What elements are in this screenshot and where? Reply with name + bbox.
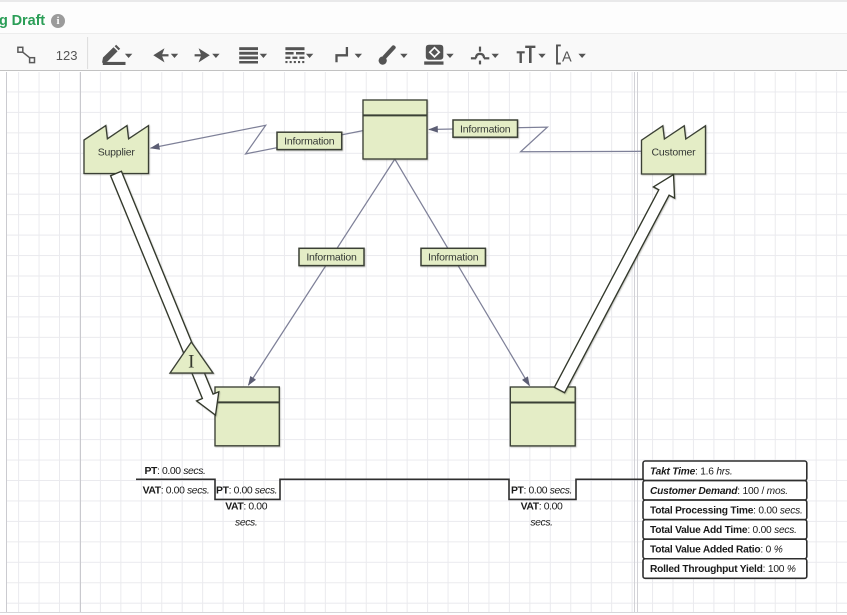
- svg-text:secs.: secs.: [530, 517, 552, 528]
- svg-text:Rolled Throughput Yield: 100 %: Rolled Throughput Yield: 100 %: [650, 564, 796, 575]
- svg-text:Information: Information: [460, 123, 511, 135]
- svg-text:Information: Information: [284, 136, 335, 148]
- svg-text:I: I: [188, 351, 194, 372]
- svg-text:PT: 0.00 secs.: PT: 0.00 secs.: [144, 466, 205, 477]
- svg-text:PT: 0.00 secs.: PT: 0.00 secs.: [216, 486, 277, 497]
- svg-text:Information: Information: [306, 252, 357, 264]
- svg-text:PT: 0.00 secs.: PT: 0.00 secs.: [511, 486, 572, 497]
- svg-text:VAT: 0.00: VAT: 0.00: [225, 502, 267, 513]
- svg-text:Customer: Customer: [652, 146, 697, 158]
- svg-text:Customer Demand: 100 / mos.: Customer Demand: 100 / mos.: [650, 486, 788, 497]
- svg-text:VAT: 0.00: VAT: 0.00: [521, 502, 563, 513]
- svg-text:secs.: secs.: [235, 517, 257, 528]
- svg-text:Information: Information: [428, 252, 479, 264]
- svg-text:123: 123: [56, 48, 78, 63]
- svg-text:Total Processing Time: 0.00 se: Total Processing Time: 0.00 secs.: [650, 506, 803, 517]
- svg-text:Total Value Added Ratio: 0 %: Total Value Added Ratio: 0 %: [650, 545, 783, 556]
- svg-text:Takt Time: 1.6 hrs.: Takt Time: 1.6 hrs.: [650, 466, 732, 477]
- svg-text:A: A: [562, 50, 572, 66]
- svg-text:VAT: 0.00 secs.: VAT: 0.00 secs.: [143, 486, 210, 497]
- svg-text:Supplier: Supplier: [98, 146, 136, 158]
- svg-text:Total Value Add Time: 0.00 sec: Total Value Add Time: 0.00 secs.: [650, 525, 797, 536]
